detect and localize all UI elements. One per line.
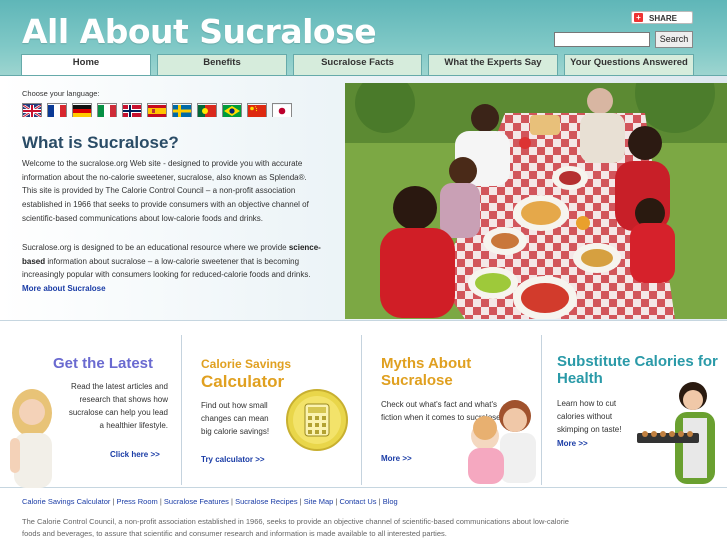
promo-latest-title: Get the Latest (53, 355, 154, 372)
woman-image (10, 389, 52, 488)
promo-calculator-title-1: Calorie Savings (201, 357, 292, 371)
tab-home[interactable]: Home (21, 54, 151, 76)
promo-myths-title: Myths About Sucralose (381, 355, 472, 389)
footer-links: Calorie Savings Calculator | Press Room … (22, 497, 398, 506)
plus-icon: + (634, 13, 643, 22)
germany-flag-icon[interactable] (72, 103, 92, 117)
search-input[interactable] (554, 32, 650, 47)
japan-flag-icon[interactable] (272, 103, 292, 117)
promo-calculator-text: Find out how small changes can mean big … (201, 401, 270, 436)
footer-link-press-room[interactable]: Press Room (117, 497, 158, 506)
more-about-sucralose-link[interactable]: More about Sucralose (22, 284, 106, 293)
promo-divider (181, 335, 182, 485)
promo-substitute-text: Learn how to cut calories without skimpi… (557, 399, 622, 434)
italy-flag-icon[interactable] (97, 103, 117, 117)
baker-woman-image (637, 382, 715, 484)
footer-link-site-map[interactable]: Site Map (304, 497, 334, 506)
tab-what-the-experts-say[interactable]: What the Experts Say (428, 54, 558, 75)
footer-link-features[interactable]: Sucralose Features (164, 497, 229, 506)
intro-paragraph-2: Sucralose.org is designed to be an educa… (22, 243, 321, 294)
myths-more-link[interactable]: More >> (381, 454, 412, 463)
try-calculator-link[interactable]: Try calculator >> (201, 455, 265, 464)
intro-title: What is Sucralose? (22, 133, 179, 152)
france-flag-icon[interactable] (47, 103, 67, 117)
tab-your-questions-answered[interactable]: Your Questions Answered (564, 54, 694, 75)
share-button[interactable]: + SHARE (631, 11, 693, 24)
site-logo[interactable]: All About Sucralose (22, 12, 377, 51)
substitute-more-link[interactable]: More >> (557, 439, 588, 448)
footer-link-contact-us[interactable]: Contact Us (339, 497, 376, 506)
sweden-flag-icon[interactable] (172, 103, 192, 117)
portugal-flag-icon[interactable] (197, 103, 217, 117)
tab-benefits[interactable]: Benefits (157, 54, 287, 75)
china-flag-icon[interactable] (247, 103, 267, 117)
footer-text: The Calorie Control Council, a non-profi… (22, 517, 569, 538)
family-picnic-photo (345, 83, 727, 319)
promo-calculator-title-2: Calculator (201, 372, 285, 391)
intro-paragraph-1: Welcome to the sucralose.org Web site - … (22, 159, 309, 223)
language-label: Choose your language: (22, 89, 100, 98)
uk-flag-icon[interactable] (22, 103, 42, 119)
tab-sucralose-facts[interactable]: Sucralose Facts (293, 54, 422, 75)
share-label: SHARE (649, 14, 678, 23)
footer-link-calculator[interactable]: Calorie Savings Calculator (22, 497, 110, 506)
promo-divider (361, 335, 362, 485)
click-here-link[interactable]: Click here >> (110, 450, 160, 459)
search-button[interactable]: Search (655, 31, 693, 48)
footer-link-blog[interactable]: Blog (383, 497, 398, 506)
footer-link-recipes[interactable]: Sucralose Recipes (235, 497, 298, 506)
promo-divider (541, 335, 542, 485)
spain-flag-icon[interactable] (147, 103, 167, 117)
mother-child-image (468, 400, 536, 484)
brazil-flag-icon[interactable] (222, 103, 242, 117)
promo-latest-text: Read the latest articles and research th… (68, 382, 168, 430)
calculator-icon[interactable] (285, 388, 349, 452)
norway-flag-icon[interactable] (122, 103, 142, 117)
